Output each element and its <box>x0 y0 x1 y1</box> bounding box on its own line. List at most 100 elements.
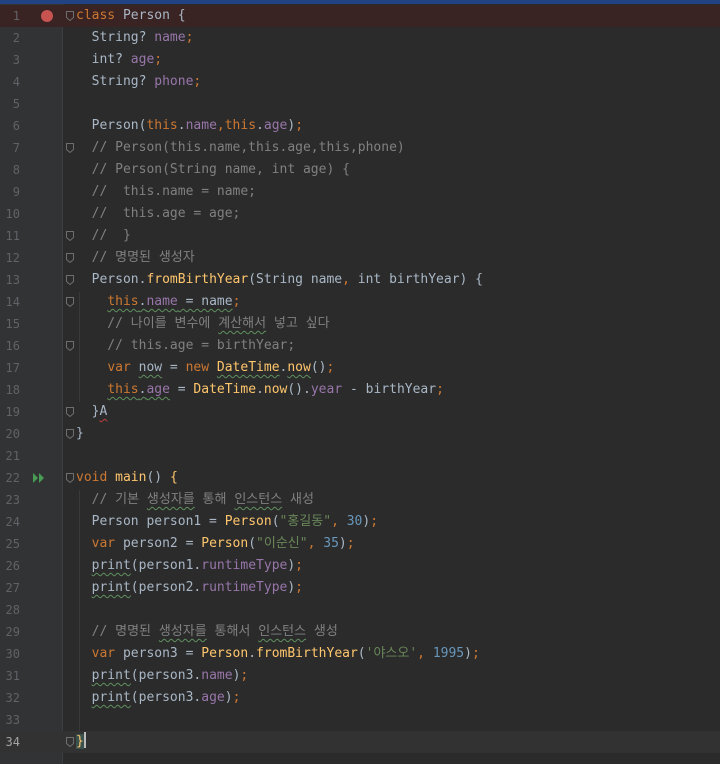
line-number[interactable]: 28 <box>0 599 20 621</box>
code-line[interactable]: 7 // Person(this.name,this.age,this,phon… <box>0 137 720 159</box>
code-line[interactable]: 1 class Person { <box>0 5 720 27</box>
code-line[interactable]: 31 print(person3.name); <box>0 665 720 687</box>
code-line[interactable]: 25 var person2 = Person("이순신", 35); <box>0 533 720 555</box>
code-text[interactable]: void main() { <box>76 467 178 489</box>
line-number[interactable]: 21 <box>0 445 20 467</box>
code-text[interactable]: String? phone; <box>76 71 202 93</box>
code-text[interactable]: // this.age = birthYear; <box>76 335 295 357</box>
code-text[interactable]: // } <box>76 225 131 247</box>
code-text[interactable]: var now = new DateTime.now(); <box>76 357 334 379</box>
line-number[interactable]: 26 <box>0 555 20 577</box>
fold-icon[interactable] <box>66 143 74 153</box>
code-text[interactable]: print(person3.age); <box>76 687 241 709</box>
line-number[interactable]: 2 <box>0 27 20 49</box>
code-text[interactable]: var person3 = Person.fromBirthYear('야스오'… <box>76 643 480 665</box>
line-number[interactable]: 10 <box>0 203 20 225</box>
code-line[interactable]: 29 // 명명된 생성자를 통해서 인스턴스 생성 <box>0 621 720 643</box>
code-line[interactable]: 26 print(person1.runtimeType); <box>0 555 720 577</box>
code-line[interactable]: 11 // } <box>0 225 720 247</box>
code-text[interactable]: // Person(String name, int age) { <box>76 159 350 181</box>
code-line[interactable]: 16 // this.age = birthYear; <box>0 335 720 357</box>
line-number[interactable]: 19 <box>0 401 20 423</box>
code-line[interactable]: 22 void main() { <box>0 467 720 489</box>
line-number[interactable]: 30 <box>0 643 20 665</box>
line-number[interactable]: 20 <box>0 423 20 445</box>
code-text[interactable]: Person.fromBirthYear(String name, int bi… <box>76 269 483 291</box>
code-text[interactable]: }A <box>76 401 108 423</box>
code-line[interactable]: 23 // 기본 생성자를 통해 인스턴스 새성 <box>0 489 720 511</box>
line-number[interactable]: 7 <box>0 137 20 159</box>
fold-icon[interactable] <box>66 253 74 263</box>
code-text[interactable]: this.name = name; <box>76 291 240 313</box>
code-line[interactable]: 24 Person person1 = Person("홍길동", 30); <box>0 511 720 533</box>
code-line[interactable]: 2 String? name; <box>0 27 720 49</box>
line-number[interactable]: 31 <box>0 665 20 687</box>
code-text[interactable]: print(person2.runtimeType); <box>76 577 303 599</box>
line-number[interactable]: 9 <box>0 181 20 203</box>
line-number[interactable]: 33 <box>0 709 20 731</box>
code-line[interactable]: 10 // this.age = age; <box>0 203 720 225</box>
code-text[interactable]: // this.name = name; <box>76 181 256 203</box>
fold-icon[interactable] <box>66 407 74 417</box>
code-line[interactable]: 17 var now = new DateTime.now(); <box>0 357 720 379</box>
code-text[interactable]: print(person3.name); <box>76 665 249 687</box>
code-line[interactable]: 4 String? phone; <box>0 71 720 93</box>
code-text[interactable]: // Person(this.name,this.age,this,phone) <box>76 137 405 159</box>
code-text[interactable]: // 기본 생성자를 통해 인스턴스 새성 <box>76 489 314 511</box>
code-line[interactable]: 8 // Person(String name, int age) { <box>0 159 720 181</box>
code-line[interactable]: 18 this.age = DateTime.now().year - birt… <box>0 379 720 401</box>
code-text[interactable]: Person person1 = Person("홍길동", 30); <box>76 511 378 533</box>
code-line[interactable]: 15 // 나이를 변수에 계산해서 넣고 싶다 <box>0 313 720 335</box>
fold-icon[interactable] <box>66 231 74 241</box>
code-line[interactable]: 20} <box>0 423 720 445</box>
code-text[interactable]: class Person { <box>76 5 186 27</box>
code-text[interactable]: // 명명된 생성자를 통해서 인스턴스 생성 <box>76 621 338 643</box>
code-line[interactable]: 32 print(person3.age); <box>0 687 720 709</box>
code-line[interactable]: 14 this.name = name; <box>0 291 720 313</box>
line-number[interactable]: 32 <box>0 687 20 709</box>
line-number[interactable]: 15 <box>0 313 20 335</box>
code-text[interactable]: // this.age = age; <box>76 203 241 225</box>
code-line[interactable]: 3 int? age; <box>0 49 720 71</box>
fold-icon[interactable] <box>66 297 74 307</box>
line-number[interactable]: 6 <box>0 115 20 137</box>
breakpoint-icon[interactable] <box>41 10 53 22</box>
code-line[interactable]: 19 }A <box>0 401 720 423</box>
line-number[interactable]: 17 <box>0 357 20 379</box>
line-number[interactable]: 25 <box>0 533 20 555</box>
code-line[interactable]: 28 <box>0 599 720 621</box>
code-text[interactable]: this.age = DateTime.now().year - birthYe… <box>76 379 444 401</box>
line-number[interactable]: 34 <box>0 731 20 753</box>
line-number[interactable]: 18 <box>0 379 20 401</box>
fold-icon[interactable] <box>66 473 74 483</box>
code-line[interactable]: 33 <box>0 709 720 731</box>
fold-icon[interactable] <box>66 11 74 21</box>
code-text[interactable]: String? name; <box>76 27 194 49</box>
code-line[interactable]: 34} <box>0 731 720 753</box>
line-number[interactable]: 8 <box>0 159 20 181</box>
code-line[interactable]: 5 <box>0 93 720 115</box>
line-number[interactable]: 16 <box>0 335 20 357</box>
line-number[interactable]: 22 <box>0 467 20 489</box>
code-text[interactable]: } <box>76 423 84 445</box>
fold-icon[interactable] <box>66 737 74 747</box>
line-number[interactable]: 29 <box>0 621 20 643</box>
code-line[interactable]: 13 Person.fromBirthYear(String name, int… <box>0 269 720 291</box>
code-text[interactable]: // 명명된 생성자 <box>76 247 195 269</box>
code-text[interactable]: // 나이를 변수에 계산해서 넣고 싶다 <box>76 313 329 335</box>
line-number[interactable]: 4 <box>0 71 20 93</box>
line-number[interactable]: 24 <box>0 511 20 533</box>
code-text[interactable]: print(person1.runtimeType); <box>76 555 303 577</box>
run-gutter-icon[interactable] <box>32 472 46 488</box>
code-line[interactable]: 21 <box>0 445 720 467</box>
code-text[interactable]: var person2 = Person("이순신", 35); <box>76 533 355 555</box>
line-number[interactable]: 11 <box>0 225 20 247</box>
line-number[interactable]: 3 <box>0 49 20 71</box>
code-text[interactable]: Person(this.name,this.age); <box>76 115 303 137</box>
code-line[interactable]: 27 print(person2.runtimeType); <box>0 577 720 599</box>
line-number[interactable]: 27 <box>0 577 20 599</box>
fold-icon[interactable] <box>66 429 74 439</box>
fold-icon[interactable] <box>66 341 74 351</box>
line-number[interactable]: 23 <box>0 489 20 511</box>
fold-icon[interactable] <box>66 275 74 285</box>
